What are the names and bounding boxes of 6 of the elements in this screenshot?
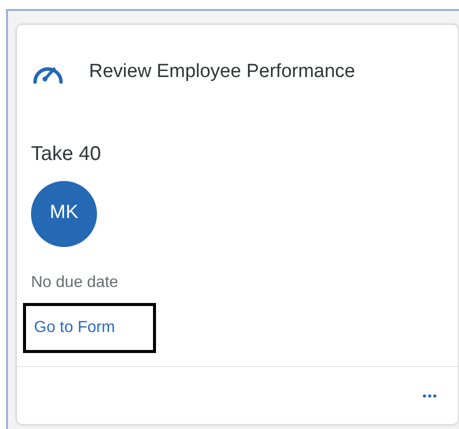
- card-title: Review Employee Performance: [89, 60, 356, 84]
- due-date: No due date: [31, 272, 120, 292]
- more-button[interactable]: •••: [422, 386, 438, 404]
- go-to-form-link[interactable]: Go to Form: [23, 302, 156, 352]
- avatar: MK: [31, 180, 97, 246]
- task-subject: Take 40: [31, 142, 102, 166]
